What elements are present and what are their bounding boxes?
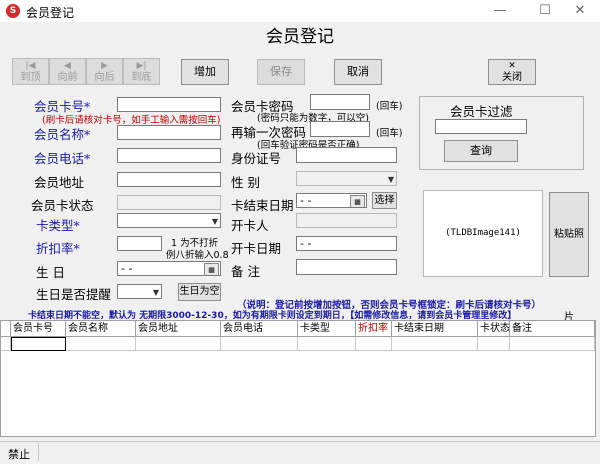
birthday-label: 生 日: [36, 265, 65, 280]
card-filter-title: 会员卡过滤: [450, 104, 513, 119]
column-header[interactable]: 备注: [510, 321, 595, 337]
card-password-input[interactable]: [310, 94, 370, 110]
chevron-down-icon: ▼: [152, 288, 159, 297]
card-type-label: 卡类型*: [36, 218, 80, 233]
column-header[interactable]: 折扣率: [356, 321, 392, 337]
member-table[interactable]: 会员卡号 会员名称 会员地址 会员电话 卡类型 折扣率 卡结束日期 卡状态 备注: [0, 320, 596, 437]
prev-icon: ◀: [64, 61, 71, 71]
member-address-input[interactable]: [117, 172, 221, 187]
close-button[interactable]: ✕ 关闭: [488, 59, 536, 85]
column-header[interactable]: 卡状态: [478, 321, 510, 337]
column-header[interactable]: 会员卡号: [11, 321, 66, 337]
chevron-down-icon: ▼: [211, 217, 218, 226]
birthday-empty-button[interactable]: 生日为空: [178, 283, 221, 301]
open-date-input[interactable]: - -: [296, 236, 397, 251]
remark-label: 备 注: [231, 264, 260, 279]
gender-select[interactable]: ▼: [296, 171, 397, 186]
table-row[interactable]: [11, 337, 66, 351]
id-number-input[interactable]: [296, 147, 397, 163]
confirm-password-enter-hint: (回车): [376, 128, 403, 139]
birthday-remind-label: 生日是否提醒: [36, 287, 112, 302]
minimize-icon[interactable]: —: [480, 0, 520, 22]
status-divider: [38, 443, 39, 461]
window-title: 会员登记: [26, 6, 75, 20]
column-header[interactable]: 卡类型: [298, 321, 356, 337]
app-logo-icon: S: [6, 4, 20, 18]
maximize-icon[interactable]: ☐: [525, 0, 565, 22]
save-button[interactable]: 保存: [257, 59, 305, 85]
column-header[interactable]: 会员地址: [136, 321, 221, 337]
nav-first-button[interactable]: |◀ 到顶: [12, 58, 49, 85]
column-header[interactable]: 会员名称: [66, 321, 136, 337]
card-end-date-input[interactable]: - - ▦: [296, 193, 367, 208]
query-button[interactable]: 查询: [444, 140, 518, 162]
table-cell[interactable]: [298, 337, 356, 351]
discount-note-2: 例八折输入0.8: [166, 250, 229, 261]
card-status-label: 会员卡状态: [31, 198, 94, 213]
status-bar: [0, 441, 600, 464]
card-end-date-label: 卡结束日期: [231, 198, 294, 213]
close-icon: ✕: [508, 61, 516, 71]
nav-prev-button[interactable]: ◀ 向前: [49, 58, 86, 85]
page-title: 会员登记: [266, 27, 334, 47]
nav-last-button[interactable]: ▶| 到底: [123, 58, 160, 85]
row-indicator-header: [1, 321, 11, 337]
table-cell[interactable]: [478, 337, 510, 351]
add-button[interactable]: 增加: [181, 59, 229, 85]
table-cell[interactable]: [221, 337, 298, 351]
calendar-icon[interactable]: ▦: [350, 195, 365, 207]
select-date-button[interactable]: 选择: [372, 192, 397, 209]
member-name-input[interactable]: [117, 125, 221, 140]
open-date-label: 开卡日期: [231, 241, 282, 256]
calendar-icon[interactable]: ▦: [204, 263, 219, 275]
column-header[interactable]: 卡结束日期: [392, 321, 478, 337]
birthday-remind-select[interactable]: ▼: [117, 284, 162, 299]
password-enter-hint: (回车): [376, 101, 403, 112]
table-cell[interactable]: [136, 337, 221, 351]
close-window-icon[interactable]: ✕: [560, 0, 600, 22]
opener-field: [296, 213, 397, 228]
confirm-password-input[interactable]: [310, 121, 370, 137]
member-photo-box: (TLDBImage141): [423, 190, 543, 277]
card-type-select[interactable]: ▼: [117, 213, 221, 228]
nav-next-button[interactable]: ▶ 向后: [86, 58, 123, 85]
table-cell[interactable]: [510, 337, 595, 351]
status-text: 禁止: [8, 448, 30, 461]
member-address-label: 会员地址: [34, 175, 85, 190]
member-phone-label: 会员电话*: [34, 151, 91, 166]
card-status-field: [117, 195, 221, 210]
table-cell[interactable]: [66, 337, 136, 351]
paste-photo-button[interactable]: 粘贴照片: [549, 192, 589, 323]
card-filter-input[interactable]: [435, 119, 527, 134]
discount-input[interactable]: [117, 236, 162, 251]
chevron-down-icon: ▼: [387, 175, 394, 184]
column-header[interactable]: 会员电话: [221, 321, 298, 337]
member-name-label: 会员名称*: [34, 127, 91, 142]
opener-label: 开卡人: [231, 218, 269, 233]
remark-input[interactable]: [296, 259, 397, 275]
skip-first-icon: |◀: [25, 61, 36, 71]
birthday-date-input[interactable]: - - ▦: [117, 261, 221, 276]
row-indicator: [1, 337, 11, 351]
cancel-button[interactable]: 取消: [334, 59, 382, 85]
member-phone-input[interactable]: [117, 148, 221, 163]
table-cell[interactable]: [392, 337, 478, 351]
id-number-label: 身份证号: [231, 151, 282, 166]
skip-last-icon: ▶|: [136, 61, 147, 71]
discount-label: 折扣率*: [36, 241, 80, 256]
card-no-input[interactable]: [117, 97, 221, 112]
next-icon: ▶: [101, 61, 108, 71]
table-cell[interactable]: [356, 337, 392, 351]
gender-label: 性 别: [231, 175, 260, 190]
